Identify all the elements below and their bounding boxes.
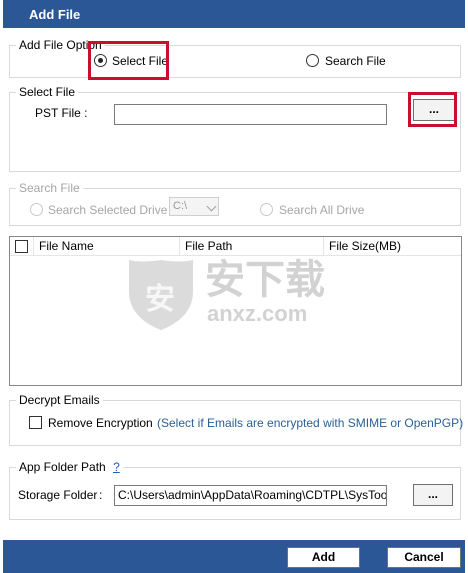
- select-file-highlight: [88, 41, 169, 80]
- browse-highlight: [408, 92, 457, 127]
- header-select-all[interactable]: [10, 237, 34, 256]
- window-title: Add File: [29, 7, 81, 22]
- col-file-size[interactable]: File Size(MB): [324, 237, 461, 256]
- app-folder-legend-text: App Folder Path: [19, 460, 106, 474]
- select-file-legend: Select File: [16, 85, 79, 100]
- footer-bar: Add Cancel: [3, 540, 465, 573]
- select-all-checkbox[interactable]: [15, 240, 28, 253]
- title-bar: Add File: [3, 0, 465, 28]
- add-file-dialog: Add File Add File Option Select File Sea…: [3, 0, 465, 573]
- pst-file-label: PST File :: [35, 106, 88, 120]
- app-folder-legend: App Folder Path ?: [16, 460, 123, 475]
- col-file-name[interactable]: File Name: [34, 237, 180, 256]
- pst-file-input[interactable]: [114, 104, 387, 125]
- search-all-drive-label[interactable]: Search All Drive: [279, 203, 364, 217]
- search-file-radio[interactable]: [306, 54, 319, 67]
- search-file-label[interactable]: Search File: [325, 54, 386, 68]
- add-button[interactable]: Add: [287, 547, 360, 568]
- storage-folder-label: Storage Folder: [18, 488, 98, 502]
- col-file-path[interactable]: File Path: [180, 237, 324, 256]
- cancel-button[interactable]: Cancel: [387, 547, 461, 568]
- chevron-down-icon: [206, 201, 217, 212]
- search-selected-drive-label[interactable]: Search Selected Drive: [48, 203, 167, 217]
- search-file-legend: Search File: [16, 181, 83, 196]
- search-all-drive-radio[interactable]: [260, 203, 273, 216]
- remove-encryption-checkbox[interactable]: [29, 416, 42, 429]
- file-list-header: File Name File Path File Size(MB): [10, 237, 461, 256]
- help-icon[interactable]: ?: [113, 460, 120, 474]
- add-file-option-group: Add File Option: [9, 38, 461, 78]
- storage-folder-input[interactable]: C:\Users\admin\AppData\Roaming\CDTPL\Sys…: [114, 485, 387, 506]
- drive-select[interactable]: C:\: [169, 197, 219, 216]
- file-list[interactable]: File Name File Path File Size(MB): [9, 236, 462, 386]
- remove-encryption-label[interactable]: Remove Encryption: [48, 416, 153, 430]
- encryption-note: (Select if Emails are encrypted with SMI…: [157, 416, 464, 430]
- drive-select-value: C:\: [173, 200, 188, 212]
- storage-folder-colon: :: [99, 488, 103, 502]
- search-selected-drive-radio[interactable]: [30, 203, 43, 216]
- decrypt-emails-legend: Decrypt Emails: [16, 393, 103, 408]
- storage-browse-button[interactable]: ...: [413, 484, 453, 506]
